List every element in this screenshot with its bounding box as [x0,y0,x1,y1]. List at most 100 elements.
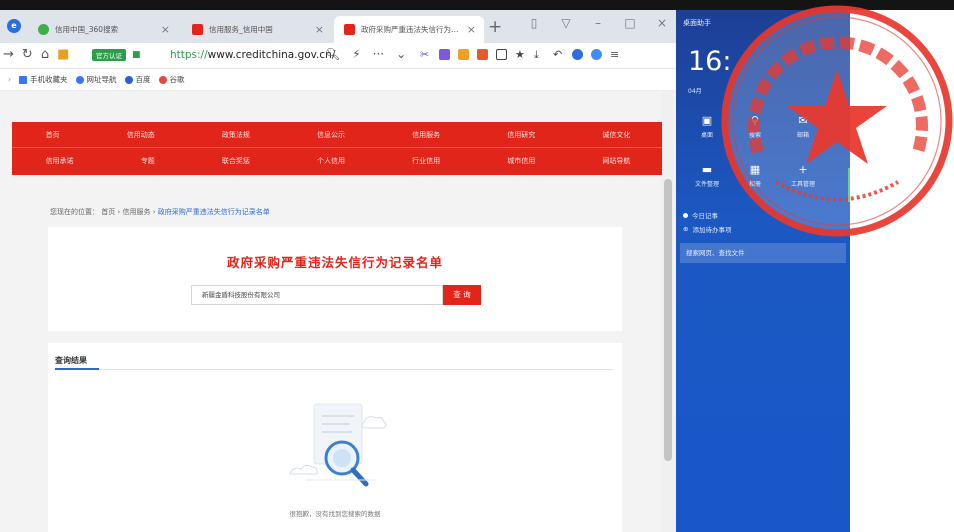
widget-search-input[interactable]: 搜索网页、查找文件 [680,243,846,263]
forward-icon[interactable]: → [3,47,14,62]
tab-bar: e 信用中国_360搜索 × 信用服务_信用中国 × 政府采购严重违法失信行为记… [0,10,676,43]
nav-item[interactable]: 城市信用 [507,156,535,166]
browser-logo-icon[interactable]: e [7,19,21,33]
nav-item[interactable]: 专题 [141,156,155,166]
divider [55,368,614,370]
bookmark-item[interactable]: 手机收藏夹 [19,74,68,85]
extension-icon[interactable] [477,49,488,60]
favicon-icon [38,24,49,35]
scrollbar-thumb[interactable] [664,179,672,461]
menu-icon[interactable]: ▽ [560,16,572,30]
bookmark-label: 手机收藏夹 [30,75,68,84]
search-card: 政府采购严重违法失信行为记录名单 新疆金盾科技股份有限公司 查 询 [48,227,622,331]
nav-item[interactable]: 个人信用 [317,156,345,166]
tab-credit-service[interactable]: 信用服务_信用中国 × [182,16,332,43]
star-icon[interactable]: ★ [515,49,526,60]
widget-list-item[interactable]: 今日记事 [683,210,718,220]
tool-label: 文件整理 [694,181,719,188]
screen-icon[interactable] [496,49,507,60]
close-tab-icon[interactable]: × [161,23,170,36]
url-text: www.creditchina.gov.cn/ [207,49,336,61]
extension-bar: ✂ ★ ⤓ ↶ ≡ [420,49,621,60]
monitor-icon: ▣ [701,114,713,127]
nav-item[interactable]: 政策法规 [222,130,250,140]
extension-icon[interactable] [458,49,469,60]
search-icon[interactable]: 🔍︎ [325,47,340,61]
empty-result-icon [289,403,387,487]
maximize-button[interactable]: □ [624,16,636,30]
tab-360-search[interactable]: 信用中国_360搜索 × [28,16,178,43]
bookmark-icon [75,75,84,84]
nav-item[interactable]: 信用服务 [412,130,440,140]
refresh-icon[interactable]: ↻ [22,47,33,62]
active-underline [55,368,99,370]
lightning-icon[interactable]: ⚡︎ [352,47,360,61]
bookmark-bar: › 手机收藏夹 网址导航 百度 谷歌 [0,69,676,91]
scissors-icon[interactable]: ✂ [420,49,431,60]
nav-item[interactable]: 诚信文化 [602,130,630,140]
bookmark-label: 谷歌 [169,75,185,84]
company-seal-stamp [721,5,953,237]
favicon-icon [192,24,203,35]
close-window-button[interactable]: × [656,16,668,30]
search-input[interactable]: 新疆金盾科技股份有限公司 [191,285,443,305]
tab-procurement-list[interactable]: 政府采购严重违法失信行为记录名单 × [334,16,484,43]
menu-lines-icon[interactable]: ≡ [610,49,621,60]
nav-item[interactable]: 信用动态 [127,130,155,140]
breadcrumb: 您现在的位置： 首页 › 信用服务 › 政府采购严重违法失信行为记录名单 [50,207,270,217]
breadcrumb-home[interactable]: 首页 [101,208,115,216]
extension-icon[interactable]: ■ [57,47,69,62]
address-actions: 🔍︎ ⚡︎ ··· ⌄ [325,47,406,61]
close-tab-icon[interactable]: × [467,23,476,36]
breadcrumb-separator: › [117,208,121,216]
nav-item[interactable]: 网站导航 [602,156,630,166]
nav-item[interactable]: 首页 [46,130,60,140]
undo-icon[interactable]: ↶ [553,49,564,60]
more-icon[interactable]: ··· [373,47,384,61]
security-indicators: 官方认证 ■ [92,49,141,61]
nav-item[interactable]: 信用研究 [507,130,535,140]
site-navigation: 首页 信用动态 政策法规 信息公示 信用服务 信用研究 诚信文化 信用承诺 专题… [12,122,664,175]
home-icon[interactable]: ⌂ [41,47,49,62]
bookmark-toggle-icon[interactable]: › [8,75,11,84]
bookmark-item[interactable]: 谷歌 [158,74,185,85]
tab-title: 信用中国_360搜索 [55,25,119,34]
nav-item[interactable]: 行业信用 [412,156,440,166]
bookmark-icon [158,75,167,84]
extension-icon[interactable] [439,49,450,60]
chevron-down-icon[interactable]: ⌄ [396,47,406,61]
bookmark-label: 网址导航 [86,75,117,84]
bookmark-item[interactable]: 网址导航 [75,74,117,85]
tab-title: 信用服务_信用中国 [209,25,273,34]
result-card: 查询结果 很抱歉，没有找到您搜索的数据 [48,343,622,532]
minimize-button[interactable]: – [592,16,604,30]
download-icon[interactable]: ⤓ [534,49,545,60]
extension-icon[interactable] [572,49,583,60]
new-tab-button[interactable]: + [488,17,502,37]
breadcrumb-section[interactable]: 信用服务 [123,208,151,216]
url-field[interactable]: https://www.creditchina.gov.cn/ [170,49,335,61]
close-tab-icon[interactable]: × [315,23,324,36]
nav-item[interactable]: 联合奖惩 [222,156,250,166]
add-circle-icon: ⊕ [683,225,689,233]
empty-message: 很抱歉，没有找到您搜索的数据 [289,510,381,518]
window-controls: ▯ ▽ – □ × [528,16,668,30]
extension-icon[interactable] [591,49,602,60]
list-item-label: 今日记事 [692,212,718,220]
nav-item[interactable]: 信息公示 [317,130,345,140]
search-button[interactable]: 查 询 [443,285,481,305]
browser-window: e 信用中国_360搜索 × 信用服务_信用中国 × 政府采购严重违法失信行为记… [0,10,676,532]
nav-item[interactable]: 信用承诺 [46,156,74,166]
bookmark-icon [19,75,27,84]
tab-title: 政府采购严重违法失信行为记录名单 [361,25,461,34]
breadcrumb-current[interactable]: 政府采购严重违法失信行为记录名单 [158,208,270,216]
bookmark-item[interactable]: 百度 [124,74,151,85]
nav-row-secondary: 信用承诺 专题 联合奖惩 个人信用 行业信用 城市信用 网站导航 [12,148,664,174]
verified-badge[interactable]: 官方认证 [92,49,126,61]
page-title: 政府采购严重违法失信行为记录名单 [226,255,443,270]
favicon-icon [344,24,355,35]
lock-icon[interactable]: ■ [132,50,141,60]
bullet-icon [683,212,688,218]
bookmark-label: 百度 [135,75,151,84]
sidebar-icon[interactable]: ▯ [528,16,540,30]
